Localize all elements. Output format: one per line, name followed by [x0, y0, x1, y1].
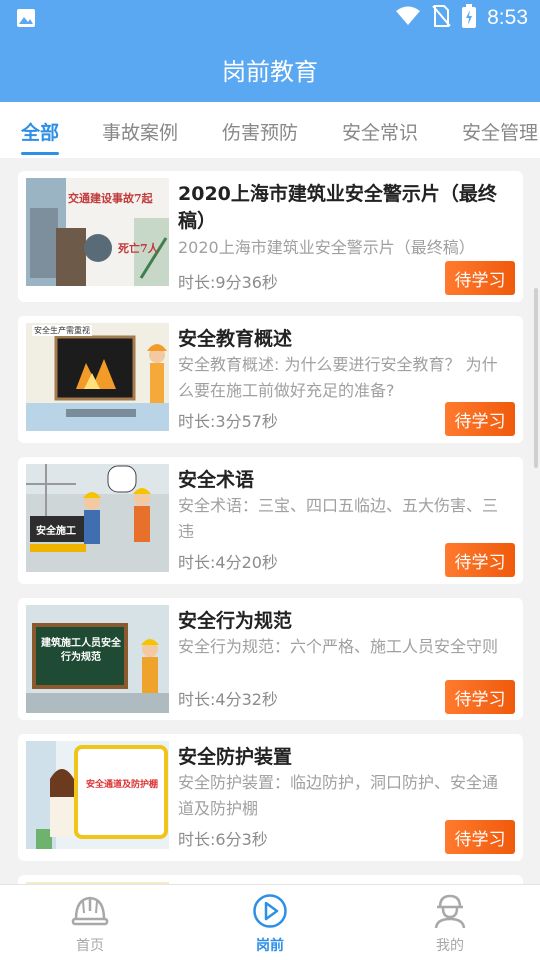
- nav-home-label: 首页: [76, 938, 104, 954]
- play-circle-icon: [251, 894, 289, 933]
- course-thumbnail: 安全施工: [26, 464, 169, 572]
- status-bar: 8:53: [0, 0, 540, 36]
- study-button[interactable]: 待学习: [445, 820, 515, 854]
- nav-training-label: 岗前: [256, 938, 284, 954]
- thumbnail-caption: 安全施工: [36, 526, 76, 537]
- study-button[interactable]: 待学习: [445, 543, 515, 577]
- tab-indicator: [21, 152, 59, 155]
- wifi-icon: [395, 5, 421, 31]
- course-title: 安全术语: [178, 469, 255, 491]
- course-thumbnail: 建筑施工人员安全行为规范: [26, 605, 169, 713]
- study-button[interactable]: 待学习: [445, 680, 515, 714]
- helmet-icon: [71, 896, 109, 933]
- course-card[interactable]: 安全生产需重视 安全教育概述 安全教育概述: 为什么要进行安全教育？ 为什么要在…: [18, 316, 523, 443]
- course-card[interactable]: [18, 875, 523, 884]
- course-description: 安全教育概述: 为什么要进行安全教育？ 为什么要在施工前做好充足的准备?: [178, 355, 498, 400]
- course-card[interactable]: 安全通道及防护棚 安全防护装置 安全防护装置：临边防护，洞口防护、安全通道及防护…: [18, 734, 523, 861]
- course-list[interactable]: 交通建设事故7起 死亡7人 2020上海市建筑业安全警示片（最终稿） 2020上…: [0, 158, 540, 884]
- course-duration: 时长:3分57秒: [178, 412, 278, 431]
- page-title: 岗前教育: [222, 57, 318, 86]
- course-title: 安全行为规范: [178, 610, 293, 632]
- study-button[interactable]: 待学习: [445, 261, 515, 295]
- course-thumbnail: 安全通道及防护棚: [26, 741, 169, 849]
- nav-home[interactable]: 首页: [50, 893, 130, 955]
- no-sim-icon: [431, 4, 451, 32]
- tab-accident-cases[interactable]: 事故案例: [102, 118, 178, 145]
- gallery-icon: [16, 8, 36, 32]
- study-button[interactable]: 待学习: [445, 402, 515, 436]
- person-helmet-icon: [431, 894, 469, 933]
- tab-all[interactable]: 全部: [21, 118, 59, 145]
- clock: 8:53: [487, 6, 528, 29]
- course-description: 安全行为规范：六个严格、施工人员安全守则: [178, 637, 499, 656]
- course-card[interactable]: 交通建设事故7起 死亡7人 2020上海市建筑业安全警示片（最终稿） 2020上…: [18, 171, 523, 302]
- thumbnail-caption: 交通建设事故7起: [68, 192, 153, 205]
- course-title: 2020上海市建筑业安全警示片（最终稿）: [178, 183, 497, 232]
- tab-safety-management[interactable]: 安全管理: [462, 118, 538, 145]
- course-duration: 时长:4分32秒: [178, 690, 278, 709]
- thumbnail-caption: 安全通道及防护棚: [86, 780, 159, 790]
- app-bar: 岗前教育: [0, 36, 540, 102]
- course-card[interactable]: 建筑施工人员安全行为规范 安全行为规范 安全行为规范：六个严格、施工人员安全守则…: [18, 598, 523, 720]
- thumbnail-caption: 死亡7人: [118, 242, 159, 255]
- scrollbar[interactable]: [534, 288, 538, 468]
- category-tabs: 全部 事故案例 伤害预防 安全常识 安全管理: [0, 102, 540, 158]
- tab-safety-knowledge[interactable]: 安全常识: [342, 118, 418, 145]
- nav-profile[interactable]: 我的: [410, 893, 490, 955]
- nav-training[interactable]: 岗前: [230, 893, 310, 955]
- course-description: 安全术语：三宝、四口五临边、五大伤害、三违: [178, 496, 499, 541]
- battery-charging-icon: [461, 4, 477, 32]
- course-duration: 时长:6分3秒: [178, 830, 268, 849]
- course-title: 安全防护装置: [178, 746, 293, 768]
- course-duration: 时长:9分36秒: [178, 273, 278, 292]
- course-thumbnail: 交通建设事故7起 死亡7人: [26, 178, 169, 286]
- course-title: 安全教育概述: [178, 328, 293, 350]
- course-description: 安全防护装置：临边防护，洞口防护、安全通道及防护棚: [178, 773, 499, 818]
- course-thumbnail: 安全生产需重视: [26, 323, 169, 431]
- nav-profile-label: 我的: [436, 938, 464, 954]
- course-duration: 时长:4分20秒: [178, 553, 278, 572]
- course-card[interactable]: 安全施工 安全术语 安全术语：三宝、四口五临边、五大伤害、三违 时长:4分20秒…: [18, 457, 523, 584]
- thumbnail-caption: 建筑施工人员安全行为规范: [41, 638, 121, 663]
- bottom-navigation: 首页 岗前 我的: [0, 884, 540, 960]
- course-description: 2020上海市建筑业安全警示片（最终稿）: [178, 238, 475, 257]
- tab-injury-prevention[interactable]: 伤害预防: [222, 118, 298, 145]
- thumbnail-caption: 安全生产需重视: [32, 325, 92, 336]
